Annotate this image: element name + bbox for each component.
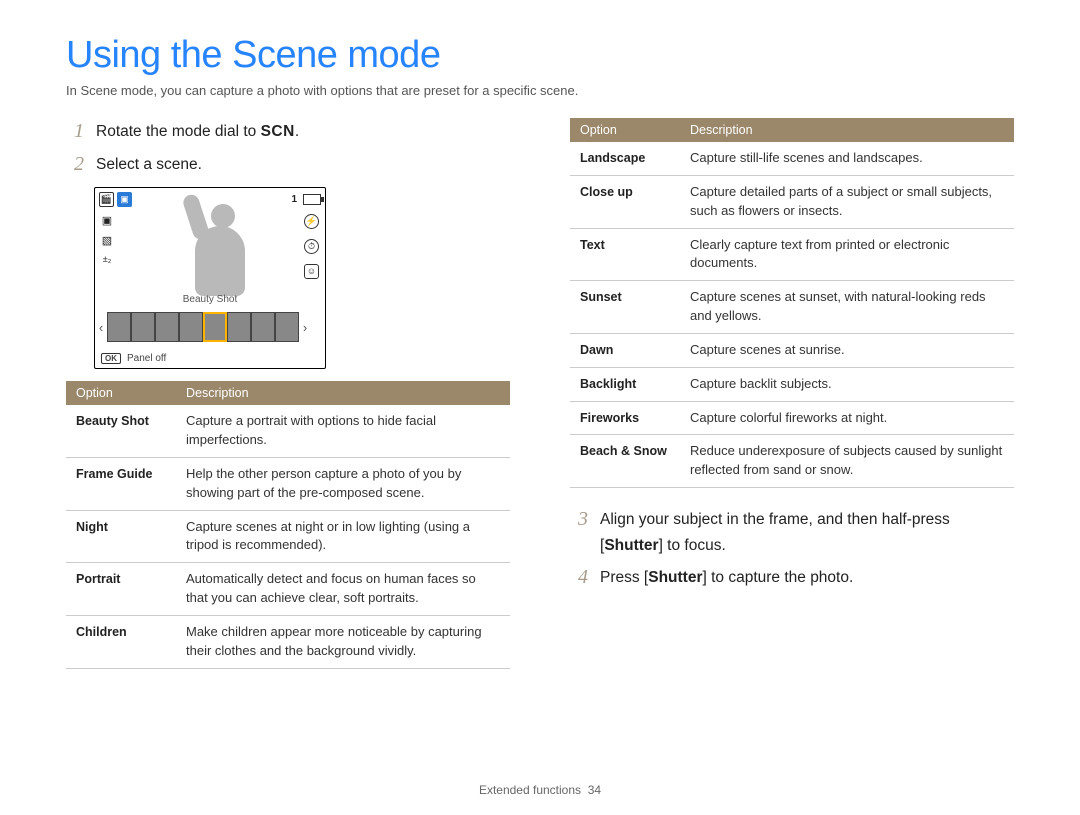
table-row: Beauty ShotCapture a portrait with optio… bbox=[66, 405, 510, 457]
ev-icon: ±₂ bbox=[100, 254, 114, 268]
scene-thumb bbox=[227, 312, 251, 342]
scn-icon: SCN bbox=[261, 123, 295, 140]
right-column: Option Description LandscapeCapture stil… bbox=[570, 118, 1014, 669]
table-row: Beach & SnowReduce underexposure of subj… bbox=[570, 435, 1014, 488]
page-footer: Extended functions 34 bbox=[0, 783, 1080, 797]
footer-section: Extended functions bbox=[479, 783, 581, 797]
table-row: NightCapture scenes at night or in low l… bbox=[66, 510, 510, 563]
step-4: 4 Press [Shutter] to capture the photo. bbox=[570, 564, 1014, 591]
left-column: 1 Rotate the mode dial to SCN. 2 Select … bbox=[66, 118, 510, 669]
col-option: Option bbox=[66, 381, 176, 405]
table-row: BacklightCapture backlit subjects. bbox=[570, 367, 1014, 401]
footer-page-number: 34 bbox=[588, 783, 601, 797]
flash-icon: ⚡ bbox=[304, 214, 319, 229]
col-option: Option bbox=[570, 118, 680, 142]
camera-screen-illustration: 🎬 ▣ 1 ▣ ▧ ±₂ ⚡ ⏱ ☺ bbox=[94, 187, 326, 369]
shot-count: 1 bbox=[291, 194, 297, 205]
shutter-label: Shutter bbox=[648, 569, 702, 586]
subject-silhouette bbox=[173, 198, 253, 308]
film-next-icon: › bbox=[299, 310, 311, 344]
panel-off-label: Panel off bbox=[127, 353, 166, 364]
page-title: Using the Scene mode bbox=[66, 34, 1014, 77]
table-row: PortraitAutomatically detect and focus o… bbox=[66, 563, 510, 616]
burst-icon: ▧ bbox=[100, 234, 114, 248]
scene-options-table-left: Option Description Beauty ShotCapture a … bbox=[66, 381, 510, 668]
step-2: 2 Select a scene. bbox=[66, 151, 510, 178]
ok-button-icon: OK bbox=[101, 353, 121, 364]
timer-icon: ⏱ bbox=[304, 239, 319, 254]
table-row: SunsetCapture scenes at sunset, with nat… bbox=[570, 281, 1014, 334]
manual-page: Using the Scene mode In Scene mode, you … bbox=[0, 0, 1080, 815]
col-description: Description bbox=[176, 381, 510, 405]
table-row: DawnCapture scenes at sunrise. bbox=[570, 333, 1014, 367]
face-icon: ☺ bbox=[304, 264, 319, 279]
film-prev-icon: ‹ bbox=[95, 310, 107, 344]
scene-label: Beauty Shot bbox=[95, 294, 325, 305]
step-2-text: Select a scene. bbox=[96, 151, 510, 178]
scene-thumb-selected bbox=[203, 312, 227, 342]
step-number: 3 bbox=[570, 506, 588, 558]
table-row: TextClearly capture text from printed or… bbox=[570, 228, 1014, 281]
table-row: LandscapeCapture still-life scenes and l… bbox=[570, 142, 1014, 175]
intro-text: In Scene mode, you can capture a photo w… bbox=[66, 83, 1014, 98]
battery-icon bbox=[303, 194, 321, 205]
table-row: FireworksCapture colorful fireworks at n… bbox=[570, 401, 1014, 435]
table-row: Frame GuideHelp the other person capture… bbox=[66, 457, 510, 510]
focus-icon: ▣ bbox=[100, 214, 114, 228]
scene-thumb bbox=[251, 312, 275, 342]
step-4-text-post: ] to capture the photo. bbox=[702, 569, 853, 586]
step-number: 1 bbox=[66, 118, 84, 145]
step-1-text-pre: Rotate the mode dial to bbox=[96, 123, 261, 140]
scene-thumb bbox=[131, 312, 155, 342]
mode-icon: ▣ bbox=[117, 192, 132, 207]
table-row: ChildrenMake children appear more notice… bbox=[66, 615, 510, 668]
step-3: 3 Align your subject in the frame, and t… bbox=[570, 506, 1014, 558]
col-description: Description bbox=[680, 118, 1014, 142]
step-3-text-post: ] to focus. bbox=[659, 537, 726, 554]
scene-filmstrip: ‹ › bbox=[95, 310, 325, 344]
step-number: 4 bbox=[570, 564, 588, 591]
two-column-layout: 1 Rotate the mode dial to SCN. 2 Select … bbox=[66, 118, 1014, 669]
step-1: 1 Rotate the mode dial to SCN. bbox=[66, 118, 510, 145]
step-1-text-post: . bbox=[295, 123, 299, 140]
scene-options-table-right: Option Description LandscapeCapture stil… bbox=[570, 118, 1014, 488]
scene-thumb bbox=[275, 312, 299, 342]
scene-thumb bbox=[179, 312, 203, 342]
shutter-label: Shutter bbox=[604, 537, 658, 554]
scene-thumb bbox=[155, 312, 179, 342]
scene-thumb bbox=[107, 312, 131, 342]
table-row: Close upCapture detailed parts of a subj… bbox=[570, 175, 1014, 228]
movie-icon: 🎬 bbox=[99, 192, 114, 207]
step-number: 2 bbox=[66, 151, 84, 178]
step-4-text-pre: Press [ bbox=[600, 569, 648, 586]
